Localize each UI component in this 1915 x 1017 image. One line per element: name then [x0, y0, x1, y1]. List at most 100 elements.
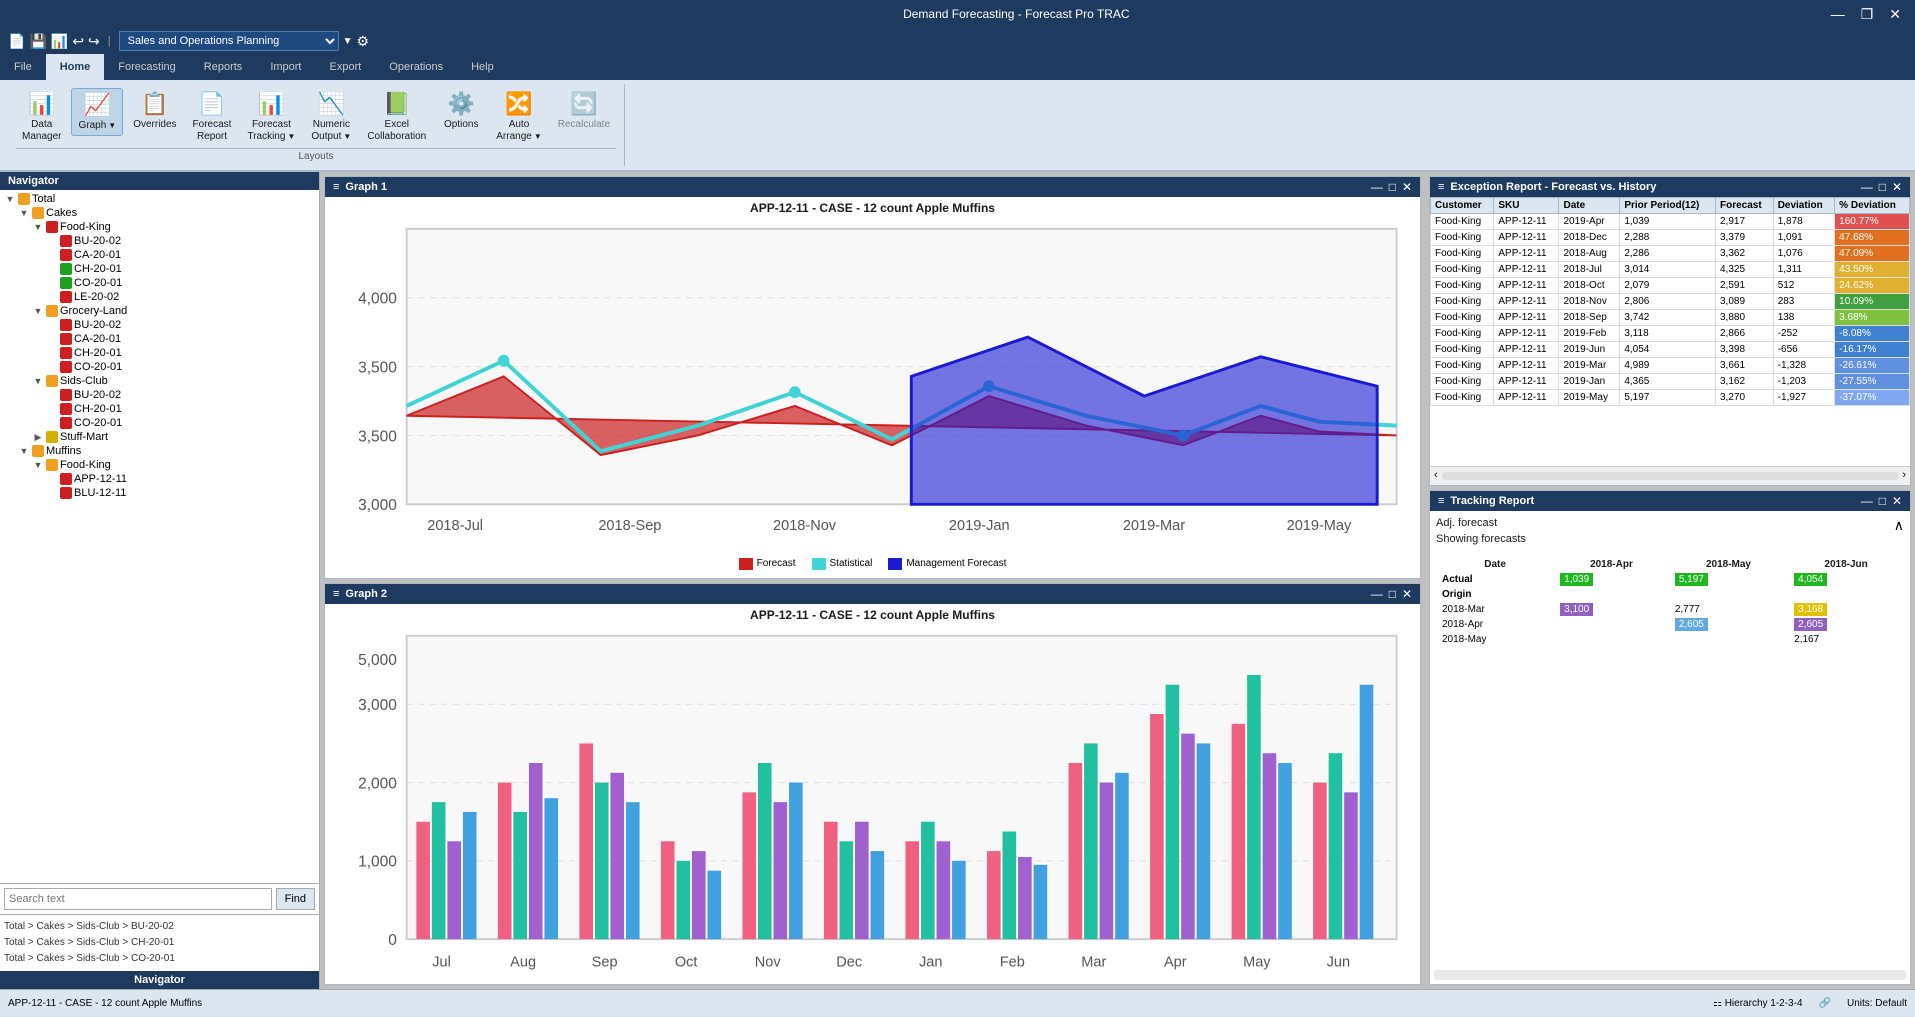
navigator-tree-item[interactable]: BU-20-02 [2, 318, 317, 332]
navigator-footer-tab[interactable]: Navigator [0, 971, 319, 989]
graph-btn[interactable]: 📈 Graph▼ [71, 88, 123, 136]
tab-file[interactable]: File [0, 54, 46, 80]
navigator-tree-item[interactable]: ▶ Stuff-Mart [2, 430, 317, 444]
exception-scroll-left[interactable]: ‹ [1434, 469, 1438, 483]
navigator-tree-item[interactable]: ▼ Cakes [2, 206, 317, 220]
graph2-minimize-btn[interactable]: — [1371, 587, 1383, 601]
exception-close-btn[interactable]: ✕ [1892, 180, 1902, 194]
tracking-collapse-btn[interactable]: ∧ [1894, 517, 1904, 534]
navigator-tree-item[interactable]: LE-20-02 [2, 290, 317, 304]
tracking-maximize-btn[interactable]: □ [1879, 494, 1886, 508]
tab-operations[interactable]: Operations [375, 54, 457, 80]
search-input[interactable] [4, 888, 272, 910]
numeric-output-btn[interactable]: 📉 NumericOutput▼ [305, 88, 357, 146]
graph2-menu-icon[interactable]: ≡ [333, 588, 339, 600]
navigator-tree-item[interactable]: ▼ Total [2, 192, 317, 206]
table-row[interactable]: Food-King APP-12-11 2018-Jul 3,014 4,325… [1431, 262, 1910, 278]
auto-arrange-btn[interactable]: 🔀 AutoArrange▼ [490, 88, 548, 146]
table-row[interactable]: Food-King APP-12-11 2019-Feb 3,118 2,866… [1431, 326, 1910, 342]
exception-scroll-right[interactable]: › [1902, 469, 1906, 483]
navigator-tree-item[interactable]: ▼ Muffins [2, 444, 317, 458]
tree-expander[interactable]: ▼ [4, 194, 16, 204]
navigator-tree-item[interactable]: ▼ Sids-Club [2, 374, 317, 388]
tracking-close-btn[interactable]: ✕ [1892, 494, 1902, 508]
navigator-tree-item[interactable]: CH-20-01 [2, 346, 317, 360]
col-customer[interactable]: Customer [1431, 198, 1494, 214]
recalculate-btn[interactable]: 🔄 Recalculate [552, 88, 616, 134]
overrides-btn[interactable]: 📋 Overrides [127, 88, 182, 134]
exception-minimize-btn[interactable]: — [1861, 180, 1873, 194]
save-btn[interactable]: 💾 [29, 33, 46, 50]
workspace-selector[interactable]: Sales and Operations Planning [119, 31, 339, 51]
new-btn[interactable]: 📄 [8, 33, 25, 50]
navigator-tree-item[interactable]: CO-20-01 [2, 276, 317, 290]
tree-expander[interactable]: ▼ [32, 460, 44, 470]
col-pct-deviation[interactable]: % Deviation [1835, 198, 1910, 214]
table-row[interactable]: Food-King APP-12-11 2018-Nov 2,806 3,089… [1431, 294, 1910, 310]
tree-expander[interactable]: ▼ [32, 222, 44, 232]
navigator-tree-item[interactable]: CA-20-01 [2, 332, 317, 346]
tree-expander[interactable]: ▼ [32, 376, 44, 386]
graph1-close-btn[interactable]: ✕ [1402, 180, 1412, 194]
window-controls[interactable]: — ❐ ✕ [1825, 6, 1907, 23]
excel-collab-btn[interactable]: 📗 ExcelCollaboration [361, 88, 432, 146]
maximize-btn[interactable]: ❐ [1855, 6, 1880, 23]
data-manager-btn[interactable]: 📊 DataManager [16, 88, 67, 146]
tree-expander[interactable]: ▼ [18, 208, 30, 218]
table-row[interactable]: Food-King APP-12-11 2019-Mar 4,989 3,661… [1431, 358, 1910, 374]
chart-btn[interactable]: 📊 [51, 33, 68, 50]
navigator-tree-item[interactable]: CO-20-01 [2, 360, 317, 374]
tree-expander[interactable]: ▼ [32, 306, 44, 316]
graph1-menu-icon[interactable]: ≡ [333, 181, 339, 193]
exception-report-menu-icon[interactable]: ≡ [1438, 181, 1444, 193]
units-selector[interactable]: Units: Default [1847, 998, 1907, 1009]
minimize-btn[interactable]: — [1825, 6, 1851, 23]
graph2-maximize-btn[interactable]: □ [1389, 587, 1396, 601]
graph2-close-btn[interactable]: ✕ [1402, 587, 1412, 601]
navigator-tree-item[interactable]: CH-20-01 [2, 262, 317, 276]
navigator-tree[interactable]: ▼ Total ▼ Cakes ▼ Food-King BU-20-02 CA-… [0, 190, 319, 883]
tab-reports[interactable]: Reports [190, 54, 257, 80]
forecast-tracking-btn[interactable]: 📊 ForecastTracking▼ [241, 88, 301, 146]
navigator-tree-item[interactable]: BU-20-02 [2, 388, 317, 402]
options-btn[interactable]: ⚙️ Options [436, 88, 486, 134]
col-forecast[interactable]: Forecast [1716, 198, 1774, 214]
exception-table-wrap[interactable]: Customer SKU Date Prior Period(12) Forec… [1430, 197, 1910, 466]
tab-import[interactable]: Import [256, 54, 315, 80]
tracking-minimize-btn[interactable]: — [1861, 494, 1873, 508]
tab-export[interactable]: Export [316, 54, 376, 80]
navigator-tree-item[interactable]: ▼ Grocery-Land [2, 304, 317, 318]
col-deviation[interactable]: Deviation [1773, 198, 1834, 214]
graph1-maximize-btn[interactable]: □ [1389, 180, 1396, 194]
col-sku[interactable]: SKU [1494, 198, 1559, 214]
navigator-tree-item[interactable]: CA-20-01 [2, 248, 317, 262]
navigator-tree-item[interactable]: CO-20-01 [2, 416, 317, 430]
table-row[interactable]: Food-King APP-12-11 2018-Sep 3,742 3,880… [1431, 310, 1910, 326]
tree-expander[interactable]: ▼ [18, 446, 30, 456]
table-row[interactable]: Food-King APP-12-11 2019-Jan 4,365 3,162… [1431, 374, 1910, 390]
hierarchy-icon[interactable]: ⚏ Hierarchy 1-2-3-4 [1713, 998, 1803, 1009]
forecast-report-btn[interactable]: 📄 ForecastReport [187, 88, 238, 146]
exception-maximize-btn[interactable]: □ [1879, 180, 1886, 194]
col-prior[interactable]: Prior Period(12) [1620, 198, 1716, 214]
table-row[interactable]: Food-King APP-12-11 2018-Aug 2,286 3,362… [1431, 246, 1910, 262]
table-row[interactable]: Food-King APP-12-11 2018-Oct 2,079 2,591… [1431, 278, 1910, 294]
workspace-more-btn[interactable]: ▼ [343, 36, 353, 47]
table-row[interactable]: Food-King APP-12-11 2019-May 5,197 3,270… [1431, 390, 1910, 406]
undo-btn[interactable]: ↩ [72, 33, 84, 50]
table-row[interactable]: Food-King APP-12-11 2019-Jun 4,054 3,398… [1431, 342, 1910, 358]
navigator-tree-item[interactable]: CH-20-01 [2, 402, 317, 416]
navigator-tree-item[interactable]: APP-12-11 [2, 472, 317, 486]
navigator-tree-item[interactable]: BLU-12-11 [2, 486, 317, 500]
table-row[interactable]: Food-King APP-12-11 2018-Dec 2,288 3,379… [1431, 230, 1910, 246]
tab-forecasting[interactable]: Forecasting [104, 54, 189, 80]
tree-expander[interactable]: ▶ [32, 432, 44, 443]
tracking-report-menu-icon[interactable]: ≡ [1438, 495, 1444, 507]
graph1-minimize-btn[interactable]: — [1371, 180, 1383, 194]
navigator-tree-item[interactable]: BU-20-02 [2, 234, 317, 248]
col-date[interactable]: Date [1559, 198, 1620, 214]
find-button[interactable]: Find [276, 888, 315, 910]
navigator-tree-item[interactable]: ▼ Food-King [2, 220, 317, 234]
close-btn[interactable]: ✕ [1883, 6, 1907, 23]
tab-help[interactable]: Help [457, 54, 508, 80]
